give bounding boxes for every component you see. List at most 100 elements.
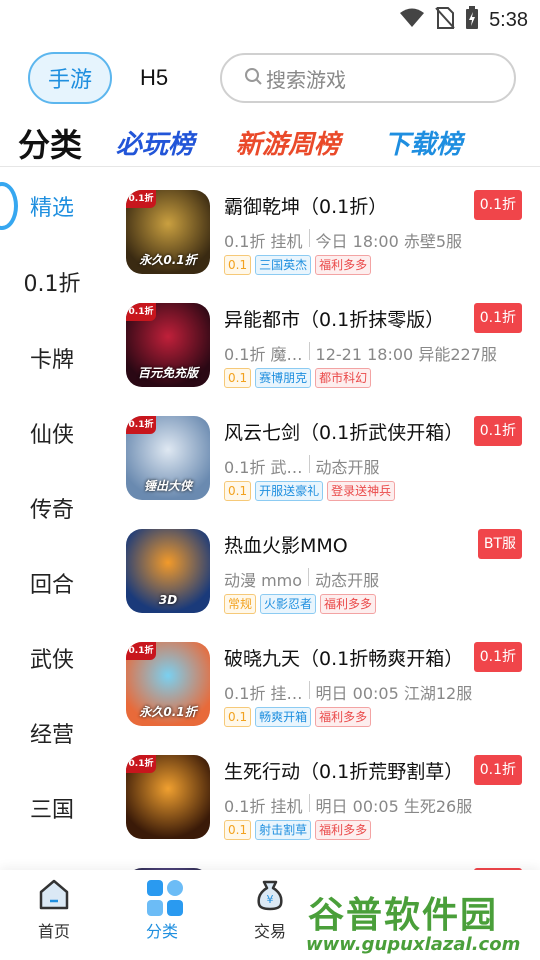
game-tag: 福利多多 xyxy=(315,255,372,275)
game-genre: 动漫 mmo xyxy=(224,571,303,590)
game-meta: 0.1折 挂… 明日 00:05 江湖12服 xyxy=(224,680,472,704)
nav-trade-label: 交易 xyxy=(253,922,286,941)
watermark: 谷普软件园 www.gupuxlazal.com xyxy=(300,886,540,960)
rank-must-play[interactable]: 必玩榜 xyxy=(116,124,194,161)
game-title: 风云七剑（0.1折武侠开箱） xyxy=(224,422,464,444)
discount-badge: 0.1折 xyxy=(473,642,522,672)
game-genre: 0.1折 挂机 xyxy=(224,232,303,251)
game-title: 异能都市（0.1折抹零版） xyxy=(224,309,445,331)
watermark-title: 谷普软件园 xyxy=(308,895,499,936)
game-icon[interactable]: 0.1折 永久0.1折 xyxy=(126,190,210,274)
tab-h5[interactable]: H5 xyxy=(140,65,168,91)
no-sim-icon xyxy=(435,7,455,33)
game-tag: 登录送神兵 xyxy=(327,481,396,501)
sidebar-item-discount[interactable]: 0.1折 xyxy=(0,266,104,298)
game-row[interactable]: 0.1折 生死行动（0.1折荒野割草） 0.1折 0.1折 挂机 明日 00:05 生死… xyxy=(104,733,540,846)
sidebar-item-three-kingdoms[interactable]: 三国 xyxy=(0,792,104,824)
discount-badge: 0.1折 xyxy=(473,755,522,785)
discount-badge: BT服 xyxy=(477,529,522,559)
grid-icon xyxy=(145,878,183,916)
game-tag: 开服送豪礼 xyxy=(255,481,324,501)
game-tags: 0.1 赛博朋克 都市科幻 xyxy=(224,368,372,388)
icon-banner-text: 3D xyxy=(158,593,178,607)
game-meta: 0.1折 挂机 明日 00:05 生死26服 xyxy=(224,793,472,817)
tab-mobile-games[interactable]: 手游 xyxy=(28,52,113,104)
game-row[interactable]: 3D 热血火影MMO BT服动漫 mmo 动态开服常规 火影忍者 福利多多 xyxy=(104,507,540,620)
sidebar-item-turn-based[interactable]: 回合 xyxy=(0,567,104,599)
game-tag: 畅爽开箱 xyxy=(255,707,312,727)
nav-category[interactable]: 分类 xyxy=(122,878,202,942)
game-row[interactable]: 0.1折 百元免充版 异能都市（0.1折抹零版） 0.1折 0.1折 魔… 12-21 1… xyxy=(104,281,540,394)
game-tag: 都市科幻 xyxy=(315,368,372,388)
meta-separator xyxy=(308,681,310,699)
nav-category-label: 分类 xyxy=(145,922,178,941)
game-list: 0.1折 永久0.1折 霸御乾坤（0.1折） 0.1折 0.1折 挂机 今日 18:00 … xyxy=(104,168,540,870)
game-tags: 0.1 射击割草 福利多多 xyxy=(224,820,372,840)
search-icon xyxy=(244,67,262,89)
icon-banner-text: 百元免充版 xyxy=(137,366,198,380)
game-meta: 0.1折 武… 动态开服 xyxy=(224,454,380,478)
discount-badge: 0.1折 xyxy=(473,190,522,220)
game-tags: 0.1 三国英杰 福利多多 xyxy=(224,255,372,275)
game-tag: 0.1 xyxy=(224,481,252,501)
clock: 5:38 xyxy=(489,8,528,31)
game-row[interactable]: 0.1折 永久0.1折 霸御乾坤（0.1折） 0.1折 0.1折 挂机 今日 18:00 … xyxy=(104,168,540,281)
game-genre: 0.1折 挂… xyxy=(224,684,303,703)
sidebar-item-legend[interactable]: 传奇 xyxy=(0,492,104,524)
nav-home-label: 首页 xyxy=(37,922,70,941)
game-icon[interactable]: 0.1折 xyxy=(126,755,210,839)
money-bag-icon: ¥ xyxy=(253,878,287,912)
game-icon[interactable]: 0.1折百元免充版 xyxy=(126,303,210,387)
discount-tag: 0.1折 xyxy=(126,416,156,434)
nav-home[interactable]: 首页 xyxy=(14,878,94,942)
game-row[interactable]: 0.1折 锤出大侠 风云七剑（0.1折武侠开箱） 0.1折 0.1折 武… 动态开服 0.1… xyxy=(104,394,540,507)
game-title: 破晓九天（0.1折畅爽开箱） xyxy=(224,648,464,670)
game-tag: 三国英杰 xyxy=(255,255,312,275)
game-meta: 0.1折 挂机 今日 18:00 赤壁5服 xyxy=(224,228,462,252)
game-tags: 常规 火影忍者 福利多多 xyxy=(224,594,377,614)
game-title: 霸御乾坤（0.1折） xyxy=(224,196,388,218)
sidebar-item-wuxia[interactable]: 武侠 xyxy=(0,642,104,674)
sidebar-item-xianxia[interactable]: 仙侠 xyxy=(0,417,104,449)
game-tags: 0.1 畅爽开箱 福利多多 xyxy=(224,707,372,727)
server-open-time: 今日 18:00 赤壁5服 xyxy=(315,232,463,251)
rank-downloads[interactable]: 下载榜 xyxy=(384,124,462,161)
sidebar-item-card[interactable]: 卡牌 xyxy=(0,342,104,374)
game-icon[interactable]: 0.1折锤出大侠 xyxy=(126,416,210,500)
search-input[interactable]: 搜索游戏 xyxy=(220,53,516,103)
sidebar-item-management[interactable]: 经营 xyxy=(0,717,104,749)
category-header: 分类 必玩榜 新游周榜 下载榜 xyxy=(0,118,540,166)
server-open-time: 动态开服 xyxy=(315,458,380,477)
discount-tag: 0.1折 xyxy=(126,303,156,321)
rank-new-weekly[interactable]: 新游周榜 xyxy=(236,124,340,161)
icon-banner-text: 锤出大侠 xyxy=(143,479,192,493)
game-icon[interactable]: 3D xyxy=(126,529,210,613)
meta-separator xyxy=(308,568,310,586)
game-tag: 赛博朋克 xyxy=(255,368,312,388)
discount-badge: 0.1折 xyxy=(473,416,522,446)
game-tag: 0.1 xyxy=(224,707,252,727)
game-genre: 0.1折 武… xyxy=(224,458,303,477)
game-title: 热血火影MMO xyxy=(224,535,348,557)
game-tag: 0.1 xyxy=(224,368,252,388)
category-sidebar: 精选 0.1折 卡牌 仙侠 传奇 回合 武侠 经营 三国 放置 xyxy=(0,168,104,870)
watermark-url: www.gupuxlazal.com xyxy=(306,934,521,955)
discount-badge: 0.1折 xyxy=(473,303,522,333)
server-open-time: 明日 00:05 江湖12服 xyxy=(315,684,473,703)
game-title: 生死行动（0.1折荒野割草） xyxy=(224,761,464,783)
status-bar: 5:38 xyxy=(0,0,540,38)
sidebar-item-featured[interactable]: 精选 xyxy=(0,190,104,222)
wifi-icon xyxy=(399,8,425,32)
game-row[interactable]: 0.1折 永久0.1折 破晓九天（0.1折畅爽开箱） 0.1折 0.1折 挂… 明日 00… xyxy=(104,620,540,733)
icon-banner-text: 永久0.1折 xyxy=(139,705,197,719)
game-tag: 0.1 xyxy=(224,255,252,275)
page-title: 分类 xyxy=(18,126,83,164)
game-row[interactable]: 九幽仙域（0.1折仙侠开箱）0.1折 xyxy=(104,846,540,870)
game-tag: 常规 xyxy=(224,594,257,614)
server-open-time: 明日 00:05 生死26服 xyxy=(315,797,473,816)
meta-separator xyxy=(308,342,310,360)
meta-separator xyxy=(308,229,310,247)
nav-trade[interactable]: ¥ 交易 xyxy=(230,878,310,942)
game-icon[interactable]: 0.1折 永久0.1折 xyxy=(126,642,210,726)
server-open-time: 动态开服 xyxy=(315,571,380,590)
